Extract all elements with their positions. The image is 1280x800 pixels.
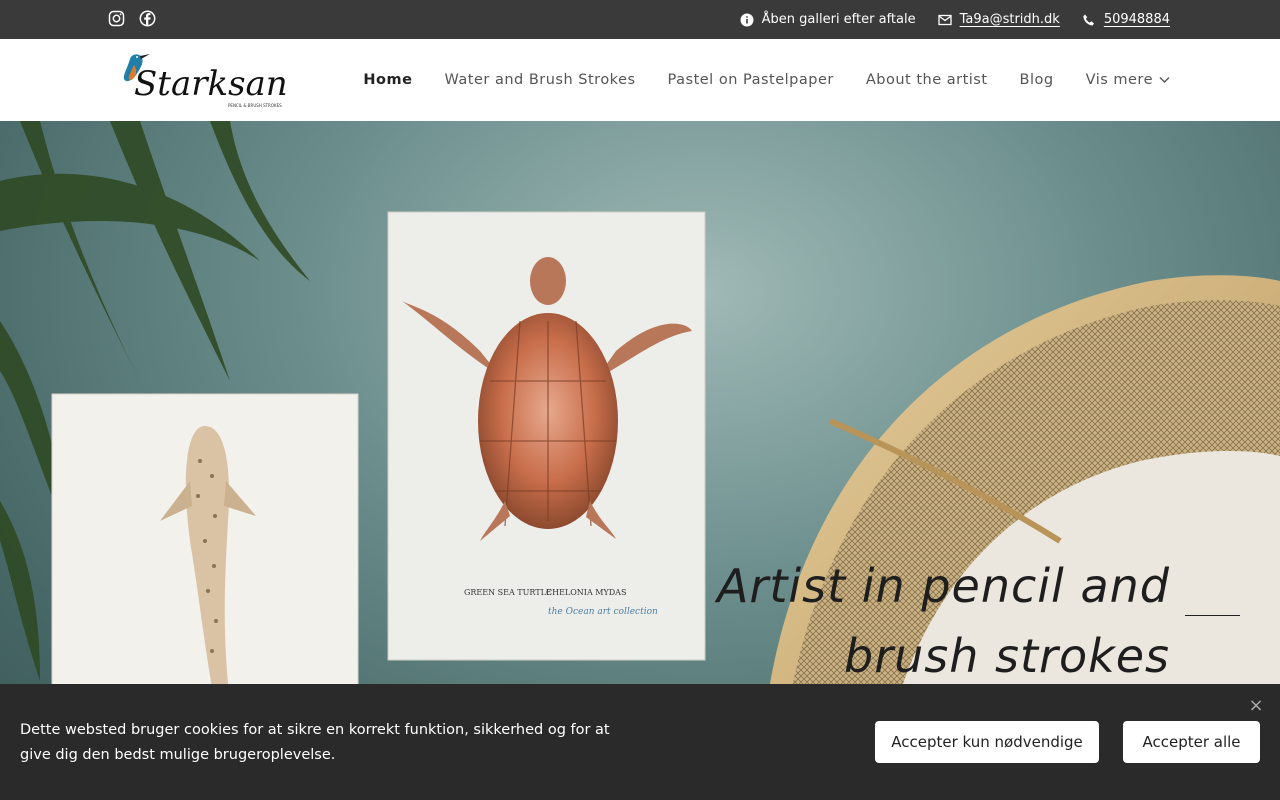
logo-text: Starksant (134, 64, 288, 104)
accept-necessary-button[interactable]: Accepter kun nødvendige (875, 721, 1099, 763)
main-nav: Home Water and Brush Strokes Pastel on P… (363, 39, 1170, 121)
mail-icon (937, 13, 952, 27)
opening-info: Åben galleri efter aftale (740, 12, 916, 27)
close-icon[interactable]: × (1248, 697, 1264, 715)
contact-info: Åben galleri efter aftale Ta9a@stridh.dk… (740, 0, 1170, 39)
chevron-down-icon (1159, 72, 1170, 88)
opening-info-text: Åben galleri efter aftale (761, 12, 916, 27)
nav-blog[interactable]: Blog (1020, 72, 1054, 88)
email-link[interactable]: Ta9a@stridh.dk (960, 12, 1060, 27)
social-links (108, 10, 156, 27)
art-caption-left: GREEN SEA TURTLE (464, 588, 552, 597)
phone-contact: 50948884 (1082, 12, 1170, 27)
top-bar: Åben galleri efter aftale Ta9a@stridh.dk… (0, 0, 1280, 39)
accept-all-button[interactable]: Accepter alle (1123, 721, 1260, 763)
info-icon (740, 13, 754, 27)
nav-home[interactable]: Home (363, 72, 412, 88)
site-header: Starksant PENCIL & BRUSH STROKES Home Wa… (0, 39, 1280, 121)
hero-headline: Artist in pencil and brush strokes (716, 559, 1170, 683)
cookie-banner: Dette websted bruger cookies for at sikr… (0, 684, 1280, 800)
nav-more-label: Vis mere (1085, 72, 1153, 88)
site-logo[interactable]: Starksant PENCIL & BRUSH STROKES (120, 49, 302, 109)
nav-water-and-brush-strokes[interactable]: Water and Brush Strokes (444, 72, 635, 88)
logo-subtext: PENCIL & BRUSH STROKES (228, 103, 282, 108)
cookie-text: Dette websted bruger cookies for at sikr… (20, 722, 610, 763)
email-contact: Ta9a@stridh.dk (937, 12, 1060, 27)
hero-divider (1185, 615, 1240, 616)
nav-more[interactable]: Vis mere (1086, 72, 1170, 88)
phone-icon (1082, 13, 1096, 27)
instagram-icon[interactable] (108, 10, 125, 27)
nav-pastel-on-pastelpaper[interactable]: Pastel on Pastelpaper (668, 72, 834, 88)
facebook-icon[interactable] (139, 10, 156, 27)
phone-link[interactable]: 50948884 (1104, 12, 1170, 27)
nav-about-the-artist[interactable]: About the artist (866, 72, 988, 88)
